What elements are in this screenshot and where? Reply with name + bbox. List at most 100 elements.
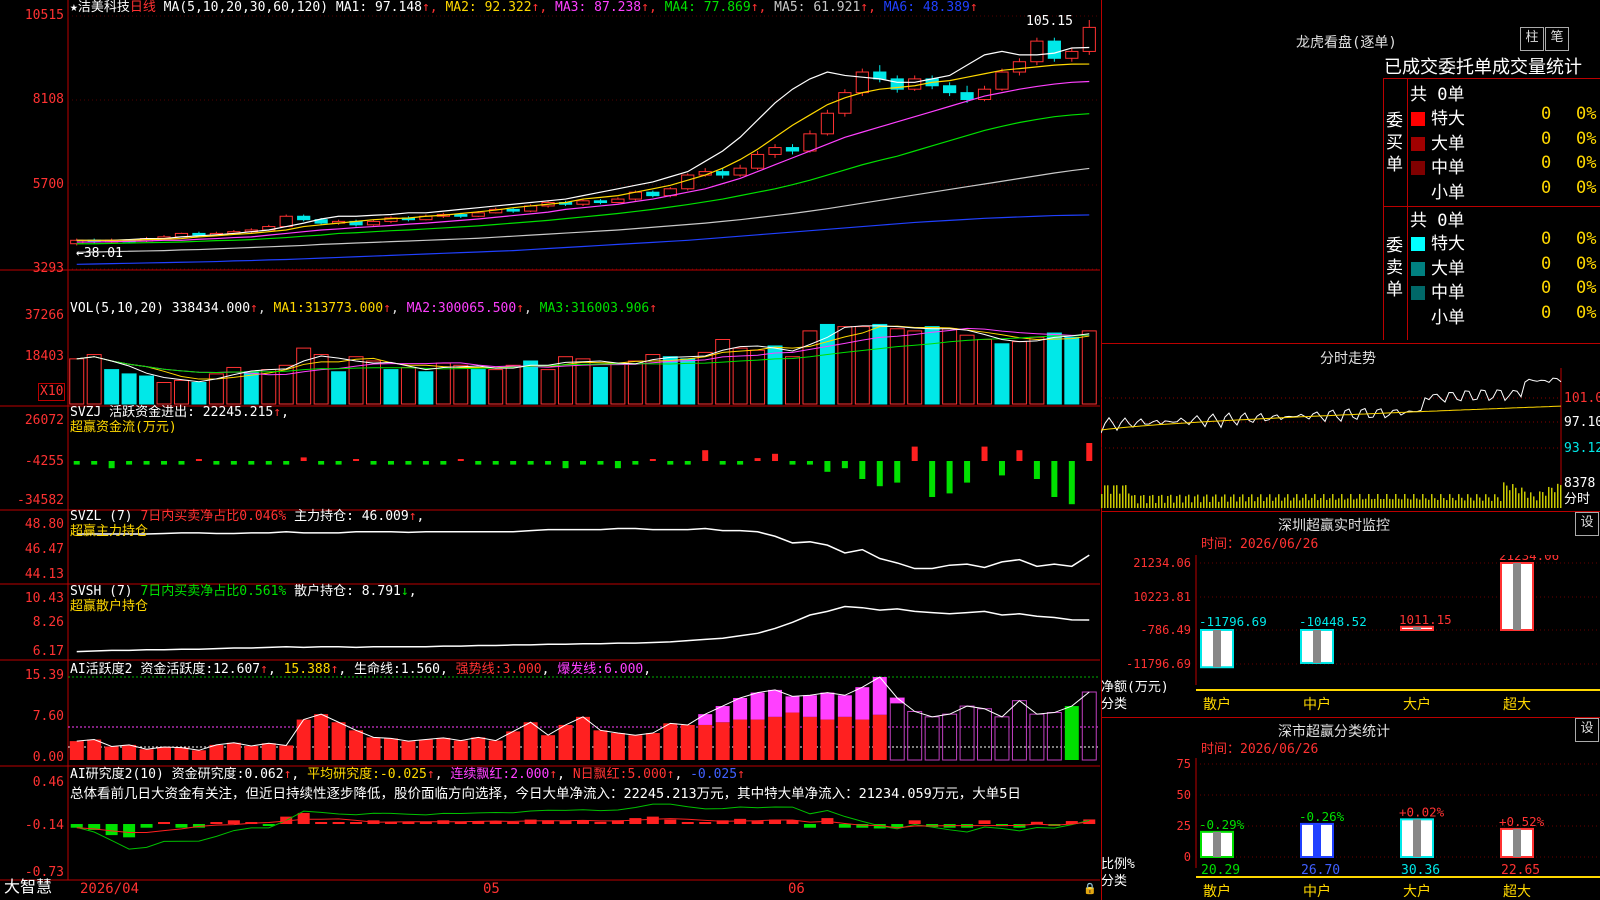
ai2-bar-outline: [924, 716, 940, 761]
svzj-bar: [1068, 461, 1075, 505]
intraday-vol-bar: [1143, 494, 1145, 508]
stock-name[interactable]: ★洁美科技: [70, 0, 130, 15]
class-chart[interactable]: 75 50 25 0 -0.29% 20.29 散户 -0.26% 26.70 中户 +0.02% 3…: [1101, 758, 1600, 900]
vol-ytick: 18403: [24, 349, 64, 364]
intraday-vol-bar: [1425, 498, 1427, 508]
air-bar: [123, 824, 136, 838]
ma-legend-item: MA6: 48.389: [875, 0, 970, 15]
class-bar-shade: [1513, 828, 1521, 857]
ai2-bar: [1064, 706, 1079, 760]
svzj-bar: [230, 461, 237, 465]
sell-row: 大单 0 0%: [1411, 254, 1600, 279]
candle-body: [908, 78, 922, 90]
svzj-bar: [108, 461, 115, 469]
intraday-vol-bar: [1374, 498, 1376, 508]
ai2-header: AI活跃度2 资金活跃度:12.607↑, 15.388↑, 生命线:1.560…: [70, 662, 652, 677]
row-pct: 0%: [1576, 128, 1597, 149]
svzl-label: SVZL (7): [70, 509, 133, 524]
main-chart-area[interactable]: ★洁美科技日线 MA(5,10,20,30,60,120) MA1: 97.14…: [0, 0, 1100, 900]
svzj-bar: [475, 461, 482, 465]
ai2-bar-outline: [1046, 712, 1062, 761]
ai2-bar: [558, 724, 573, 760]
svsh-subtitle: 超赢散户持仓: [70, 599, 149, 614]
intraday-vol-bar: [1548, 486, 1550, 508]
ai2-bar: [768, 716, 783, 760]
svzj-bar: [754, 458, 761, 461]
intraday-vol-bar: [1383, 499, 1385, 508]
intraday-vol-bar: [1494, 494, 1496, 508]
volume-bar: [1064, 336, 1080, 405]
intraday-vol-bar: [1356, 498, 1358, 508]
row-count: 0: [1541, 229, 1552, 249]
ai2-label: AI活跃度2: [70, 662, 133, 677]
main-chart-svg[interactable]: [0, 0, 1100, 900]
tick-mode-button[interactable]: 笔: [1545, 27, 1569, 51]
class-category: 中户: [1303, 883, 1331, 900]
ai2-bar: [401, 741, 416, 760]
app-logo: 大智慧: [4, 877, 53, 896]
intraday-vol-bar: [1194, 496, 1196, 508]
intraday-chart[interactable]: [1101, 368, 1600, 508]
svzj-bar: [946, 461, 953, 494]
intraday-vol-bar: [1491, 500, 1493, 508]
class-change: +0.02%: [1399, 804, 1445, 819]
intraday-vol-bar: [1197, 494, 1199, 508]
volume-bar: [889, 328, 905, 405]
intraday-vol-bar: [1332, 494, 1334, 508]
ai2-bar: [593, 730, 608, 760]
bar-mode-button[interactable]: 柱: [1520, 27, 1544, 51]
intraday-vol-bar: [1185, 496, 1187, 508]
lock-icon[interactable]: 🔒: [1083, 881, 1097, 897]
legend-swatch: [1411, 112, 1425, 126]
svzj-bar: [195, 459, 202, 461]
row-count: 0: [1541, 177, 1552, 198]
candle-body: [750, 153, 765, 169]
svzj-bar: [841, 461, 848, 469]
legend-swatch: [1411, 286, 1425, 300]
svzl-ytick: 48.80: [24, 517, 64, 532]
intraday-vol-bar: [1443, 498, 1445, 508]
intraday-vol-bar: [1239, 496, 1241, 508]
intraday-vol-bar: [1119, 493, 1121, 508]
intraday-vol-bar: [1206, 494, 1208, 508]
svzj-bar: [318, 461, 325, 465]
intraday-vol-bar: [1473, 500, 1475, 508]
volume-bar: [819, 323, 835, 405]
intraday-vol-bar: [1551, 487, 1553, 508]
legend-swatch: [1411, 261, 1425, 276]
monitor-chart[interactable]: 21234.06 10223.81 -786.49 -11796.69 -11796.6…: [1101, 555, 1600, 715]
period-label[interactable]: 日线: [130, 0, 156, 15]
ma-legend-item: MA4: 77.869: [656, 0, 751, 15]
ai2-ytick: 7.60: [32, 709, 64, 724]
air-bar: [140, 824, 153, 828]
ai2-bar-top: [820, 692, 835, 720]
intraday-unit: 分时: [1564, 492, 1591, 507]
svzj-subtitle: 超赢资金流(万元): [70, 420, 177, 435]
svzj-bar: [457, 459, 464, 461]
svzj-bar: [545, 461, 552, 465]
row-name: 中单: [1431, 158, 1465, 178]
intraday-vol-bar: [1338, 498, 1340, 508]
candle-body: [279, 215, 293, 228]
ma-legend-item: MA1: 97.148: [335, 0, 422, 15]
intraday-vol-bar: [1371, 499, 1373, 508]
ai2-bar: [628, 735, 643, 760]
ai2-bar: [837, 716, 852, 760]
intraday-vol-bar: [1440, 494, 1442, 508]
class-settings-button[interactable]: 设: [1575, 718, 1599, 742]
intraday-vol-bar: [1497, 497, 1499, 508]
monitor-settings-button[interactable]: 设: [1575, 512, 1599, 536]
intraday-vol-bar: [1455, 500, 1457, 508]
monitor-ytick: 21234.06: [1133, 556, 1191, 570]
right-panel: 龙虎看盘(逐单) 柱 笔 已成交委托单成交量统计 委买单 委卖单 共 0单 共 …: [1101, 0, 1600, 900]
ai2-bar: [733, 719, 748, 760]
intraday-vol-bar: [1326, 499, 1328, 508]
svzj-bar: [91, 461, 98, 465]
ai2-bar: [855, 719, 870, 760]
intraday-vol-bar: [1302, 497, 1304, 508]
intraday-vol-bar: [1236, 501, 1238, 508]
x-tick-0: 2026/04: [80, 881, 140, 897]
intraday-vol-bar: [1479, 497, 1481, 508]
candle-body: [593, 200, 608, 204]
ma-legend: MA1: 97.148↑, MA2: 92.322↑, MA3: 87.238↑…: [335, 0, 978, 15]
